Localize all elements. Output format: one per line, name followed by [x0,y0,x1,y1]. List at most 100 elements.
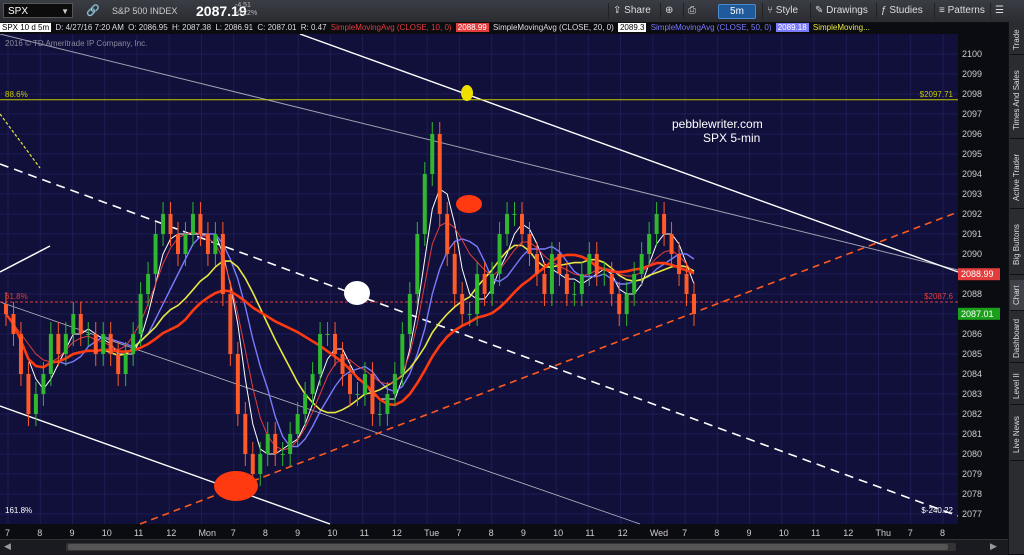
scroll-thumb[interactable] [68,544,948,550]
y-tick-label: 2098 [962,89,982,99]
candle-body [534,254,539,274]
candle-body [594,254,599,274]
share-button[interactable]: ⇪ Share [608,3,655,19]
yellow-marker [461,85,473,101]
toolbar: SPX ▼ 🔗 S&P 500 INDEX 2087.19 -4.51 -0.22%… [0,0,1024,23]
y-tick-label: 2081 [962,429,982,439]
candle-body [632,274,637,294]
candle-body [48,334,53,374]
drawings-button[interactable]: ✎ Drawings [810,3,872,19]
candle-body [280,454,285,455]
share-icon: ⇪ [613,5,625,16]
candle-body [78,314,83,334]
candle-body [452,254,457,294]
candle-body [4,304,8,314]
candle-body [407,294,412,334]
timeframe-button[interactable]: 5m [718,4,756,19]
patterns-button[interactable]: ≡ Patterns [934,3,989,19]
bar-high: H: 2087.38 [171,23,212,32]
candle-body [108,334,113,354]
tab-active-trader[interactable]: Active Trader [1010,146,1024,209]
y-tick-label: 2092 [962,209,982,219]
y-tick-label: 2097 [962,109,982,119]
crosshair-icon[interactable]: ⊕ [660,3,677,19]
candle-body [669,234,674,254]
sma20-label[interactable]: SimpleMovingAvg (CLOSE, 20, 0) [493,23,614,32]
tab-dashboard[interactable]: Dashboard [1010,314,1024,363]
candle-body [579,274,584,294]
candle-body [71,314,76,334]
candle-body [168,214,173,234]
candle-body [475,274,480,314]
candle-body [587,254,592,274]
candle-body [93,334,98,354]
studies-button[interactable]: ƒ Studies [876,3,927,19]
x-tick-label: 12 [166,528,176,538]
bar-low: L: 2086.91 [215,23,254,32]
candle-body [422,174,427,234]
candle-body [220,234,225,294]
tab-chart[interactable]: Chart [1010,280,1024,311]
share-label: Share [624,5,651,16]
x-tick-label: 12 [843,528,853,538]
candle-body [430,134,435,174]
candle-body [377,414,382,415]
x-tick-label: Tue [424,528,439,538]
style-button[interactable]: ⑂ Style [762,3,802,19]
candle-body [116,354,121,374]
candle-body [176,234,180,254]
x-tick-label: 7 [456,528,461,538]
x-tick-label: 9 [521,528,526,538]
candle-body [86,334,91,335]
study-info-bar: SPX 10 d 5m D: 4/27/16 7:20 AM O: 2086.9… [0,22,958,34]
candle-body [198,214,203,234]
candle-body [482,274,487,294]
candle-body [460,294,465,314]
bottom-bar: ◀ ▶ [0,539,1008,555]
candle-body [333,334,338,354]
candle-body [520,214,524,234]
change-block: -4.51 -0.22% [235,2,257,18]
candle-body [33,394,38,414]
print-icon[interactable]: ⎙ [683,3,700,19]
tab-live-news[interactable]: Live News [1010,410,1024,461]
tab-level-ii[interactable]: Level II [1010,368,1024,405]
symbol-input[interactable]: SPX ▼ [3,3,73,18]
tab-big-buttons[interactable]: Big Buttons [1010,216,1024,275]
drawings-icon: ✎ [815,5,827,16]
tab-trade[interactable]: Trade [1010,26,1024,55]
sma-more-label[interactable]: SimpleMoving... [813,23,870,32]
candle-body [497,234,502,274]
menu-icon[interactable]: ☰ [990,3,1008,19]
chevron-down-icon[interactable]: ▼ [61,4,69,19]
chart-desc: SPX 10 d 5m [0,23,52,32]
x-tick-label: 8 [37,528,42,538]
candle-body [41,374,46,394]
candle-body [512,214,517,215]
candle-body [572,294,577,295]
price-chart[interactable]: 88.6% $2097.7161.8% $2087.6161.8% $-240.22 … [0,34,1008,539]
candle-body [505,214,510,234]
x-tick-label: 11 [811,528,820,538]
candle-body [692,294,696,314]
candle-body [527,234,532,254]
candle-body [318,334,323,374]
white-marker [344,281,370,305]
link-icon[interactable]: 🔗 [86,4,100,17]
x-tick-label: 8 [714,528,719,538]
candle-body [265,434,270,454]
sma10-label[interactable]: SimpleMovingAvg (CLOSE, 10, 0) [331,23,452,32]
scroll-right-icon[interactable]: ▶ [990,541,997,552]
x-tick-label: 9 [747,528,752,538]
y-tick-label: 2090 [962,249,982,259]
candle-body [250,454,255,474]
symbol-value: SPX [8,6,29,17]
copyright: 2016 © TD Ameritrade IP Company, Inc. [5,39,147,48]
scroll-left-icon[interactable]: ◀ [4,541,11,552]
x-tick-label: 12 [392,528,402,538]
sma50-label[interactable]: SimpleMovingAvg (CLOSE, 50, 0) [651,23,772,32]
tab-times-and-sales[interactable]: Times And Sales [1010,62,1024,139]
candle-body [18,334,23,374]
time-scrollbar[interactable] [66,543,956,551]
sma50-value: 2089.18 [775,23,809,32]
